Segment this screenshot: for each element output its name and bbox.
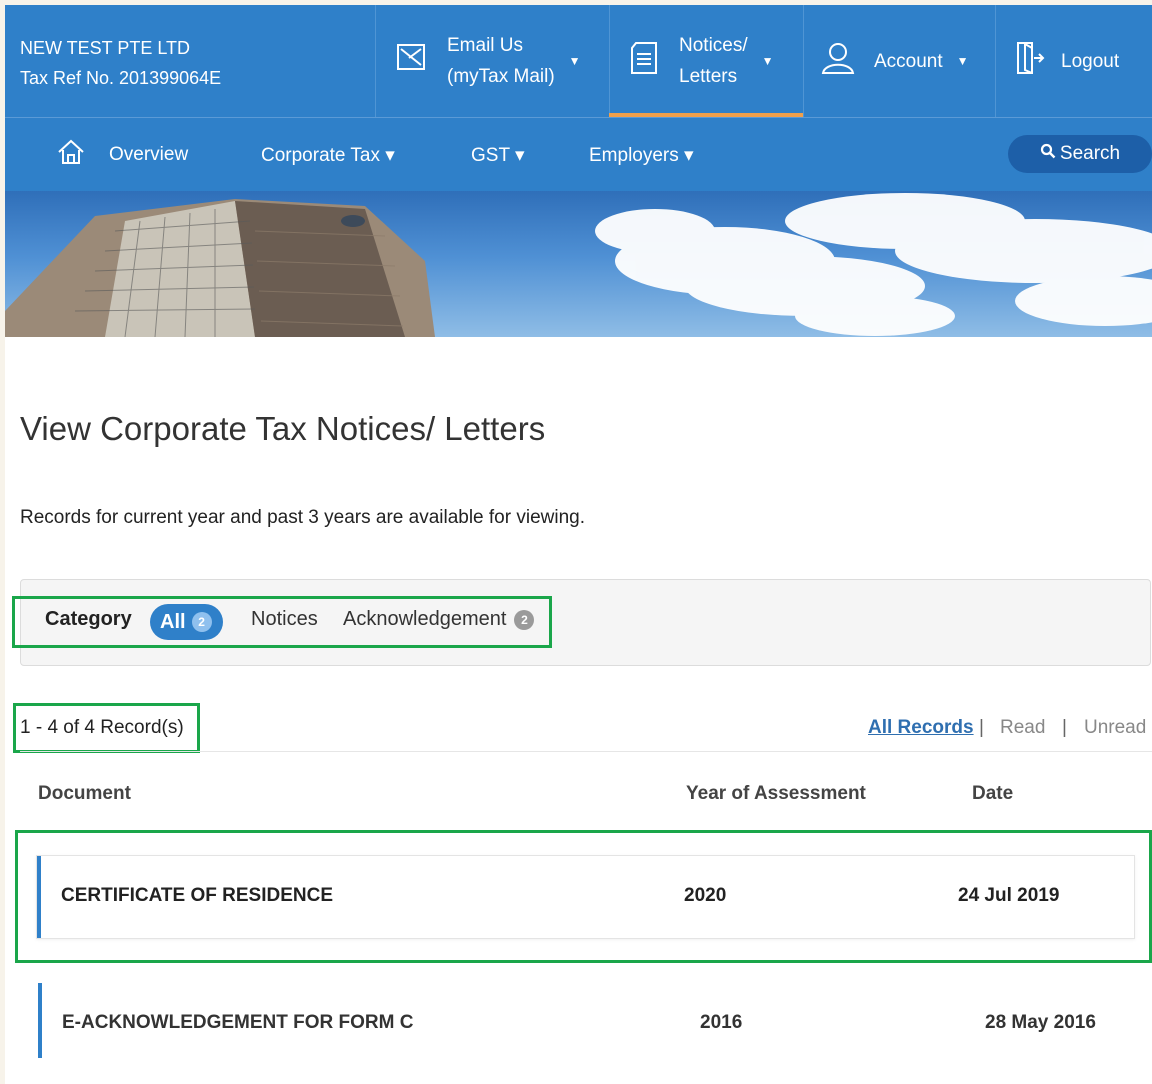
chevron-down-icon: ▼ bbox=[761, 54, 774, 68]
filter-ack-label: Acknowledgement bbox=[343, 608, 507, 630]
records-count: 1 - 4 of 4 Record(s) bbox=[20, 717, 184, 738]
logout-button[interactable]: Logout bbox=[1015, 5, 1119, 117]
divider bbox=[803, 5, 804, 117]
nav-overview-label: Overview bbox=[109, 144, 189, 165]
count-badge: 2 bbox=[514, 609, 535, 630]
company-info: NEW TEST PTE LTD Tax Ref No. 201399064E bbox=[20, 33, 370, 93]
nav-corporate-tax-label: Corporate Tax ▾ bbox=[261, 144, 395, 166]
search-icon bbox=[1040, 143, 1056, 165]
year-of-assessment: 2020 bbox=[684, 885, 727, 906]
document-name[interactable]: E-ACKNOWLEDGEMENT FOR FORM C bbox=[62, 1012, 413, 1034]
filter-notices[interactable]: Notices bbox=[251, 608, 318, 631]
page-title: View Corporate Tax Notices/ Letters bbox=[20, 410, 546, 447]
year-of-assessment: 2016 bbox=[700, 1012, 743, 1033]
document-icon bbox=[627, 40, 661, 82]
logout-label: Logout bbox=[1061, 50, 1120, 72]
home-icon bbox=[57, 138, 85, 172]
search-label: Search bbox=[1059, 143, 1121, 164]
divider bbox=[375, 5, 376, 117]
email-us-menu[interactable]: Email Us (myTax Mail) ▼ bbox=[395, 5, 581, 117]
account-menu[interactable]: Account ▼ bbox=[820, 5, 969, 117]
company-name: NEW TEST PTE LTD bbox=[20, 38, 191, 58]
page: NEW TEST PTE LTD Tax Ref No. 201399064E … bbox=[5, 5, 1152, 1084]
chevron-down-icon: ▼ bbox=[956, 54, 969, 68]
tax-ref: Tax Ref No. 201399064E bbox=[20, 68, 222, 88]
filter-unread-link[interactable]: Unread bbox=[1084, 717, 1146, 739]
search-button[interactable]: Search bbox=[1008, 135, 1152, 173]
column-header-date[interactable]: Date bbox=[972, 783, 1013, 805]
filter-acknowledgement[interactable]: Acknowledgement 2 bbox=[343, 608, 535, 631]
email-label-line1: Email Us bbox=[447, 35, 524, 56]
separator: | bbox=[1062, 717, 1067, 738]
nav-employers-label: Employers ▾ bbox=[589, 144, 694, 166]
row-accent-bar bbox=[37, 856, 41, 938]
nav-employers[interactable]: Employers ▾ bbox=[589, 118, 694, 192]
top-header: NEW TEST PTE LTD Tax Ref No. 201399064E … bbox=[5, 5, 1152, 117]
divider bbox=[609, 5, 610, 117]
filter-read-link[interactable]: Read bbox=[1000, 717, 1045, 739]
separator: | bbox=[979, 717, 984, 738]
column-header-year[interactable]: Year of Assessment bbox=[686, 783, 866, 805]
user-icon bbox=[820, 40, 856, 82]
divider bbox=[995, 5, 996, 117]
count-badge: 2 bbox=[191, 612, 212, 632]
category-label: Category bbox=[45, 608, 132, 630]
main-nav: Overview Corporate Tax ▾ GST ▾ Employers… bbox=[5, 117, 1152, 192]
banner-image bbox=[5, 191, 1152, 337]
document-date: 28 May 2016 bbox=[985, 1012, 1096, 1033]
column-header-document[interactable]: Document bbox=[38, 783, 131, 805]
nav-corporate-tax[interactable]: Corporate Tax ▾ bbox=[261, 118, 395, 192]
filter-all[interactable]: All 2 bbox=[150, 604, 223, 640]
account-label: Account bbox=[874, 50, 943, 72]
notices-label-line2: Letters bbox=[679, 66, 738, 87]
document-name[interactable]: CERTIFICATE OF RESIDENCE bbox=[61, 885, 333, 907]
notices-label-line1: Notices/ bbox=[679, 35, 748, 56]
banner-graphic bbox=[5, 193, 1152, 337]
page-subtitle: Records for current year and past 3 year… bbox=[20, 507, 585, 528]
notices-letters-menu[interactable]: Notices/ Letters ▼ bbox=[627, 5, 774, 117]
chevron-down-icon: ▼ bbox=[568, 54, 581, 68]
document-date: 24 Jul 2019 bbox=[958, 885, 1060, 906]
email-label-line2: (myTax Mail) bbox=[447, 66, 555, 87]
nav-overview[interactable]: Overview bbox=[57, 118, 188, 192]
nav-gst-label: GST ▾ bbox=[471, 144, 525, 166]
mail-icon bbox=[395, 41, 429, 81]
logout-icon bbox=[1015, 40, 1045, 82]
nav-gst[interactable]: GST ▾ bbox=[471, 118, 525, 192]
row-accent-bar bbox=[38, 983, 42, 1058]
filter-all-records-link[interactable]: All Records bbox=[868, 717, 974, 739]
filter-all-label: All bbox=[160, 610, 186, 633]
